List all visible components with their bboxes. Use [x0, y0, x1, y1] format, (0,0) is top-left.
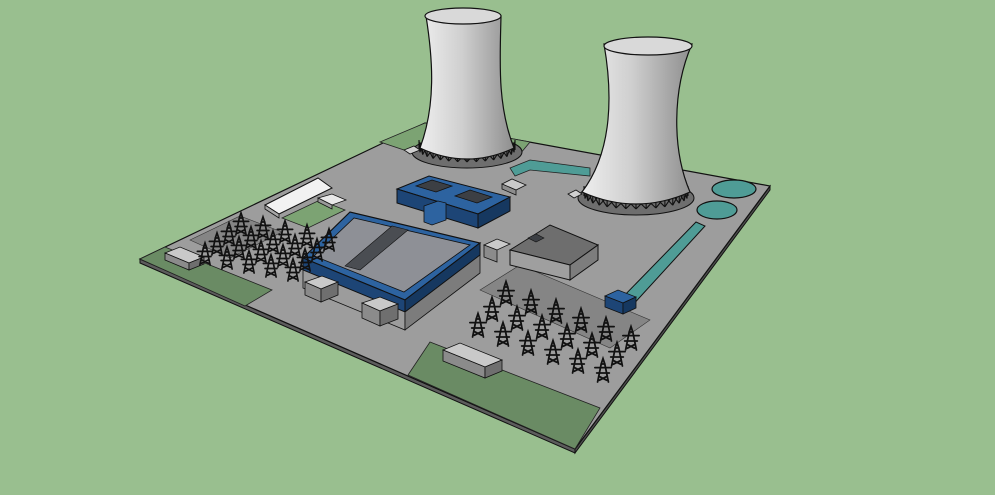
tower-1-shell — [419, 15, 515, 160]
cooling-basin-round-2 — [696, 200, 738, 220]
tower-2-rim — [603, 36, 693, 56]
cooling-basin-round-1 — [711, 179, 757, 199]
control-building-annex — [423, 200, 447, 226]
tower-1-rim — [424, 7, 502, 25]
power-plant-scene — [0, 0, 995, 495]
scene-canvas — [0, 0, 995, 495]
